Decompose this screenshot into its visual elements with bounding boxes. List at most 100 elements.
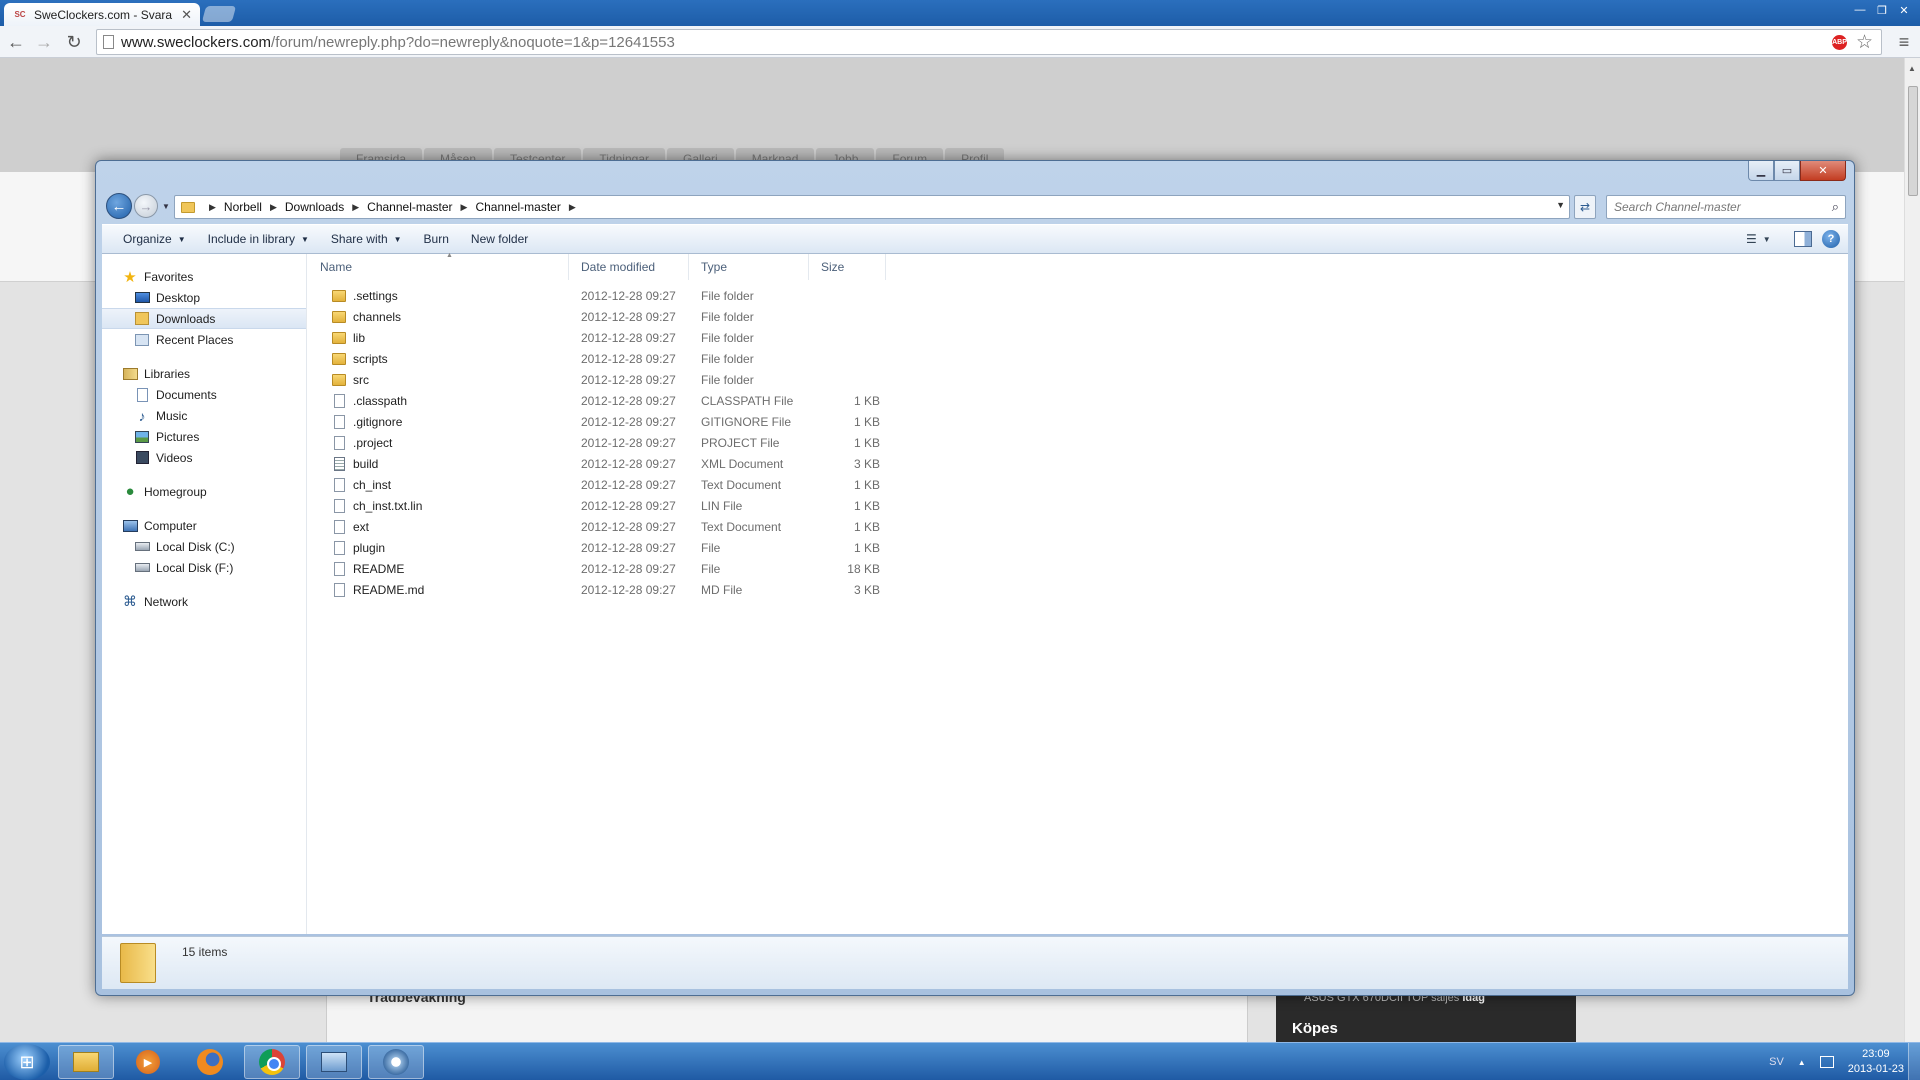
share-with-button[interactable]: Share with ▼ xyxy=(320,228,413,250)
url-domain: www.sweclockers.com xyxy=(121,33,272,51)
sidebar-item-local-disk-f[interactable]: Local Disk (F:) xyxy=(102,557,306,578)
breadcrumb-norbell[interactable]: Norbell xyxy=(224,200,262,214)
file-name-cell: build xyxy=(308,456,569,471)
breadcrumb-channel-master[interactable]: Channel-master xyxy=(367,200,452,214)
search-placeholder: Search Channel-master xyxy=(1614,200,1741,214)
chevron-right-icon[interactable]: ▶ xyxy=(561,202,584,213)
reload-icon[interactable]: ↻ xyxy=(62,30,86,54)
address-dropdown-icon[interactable]: ▼ xyxy=(1556,200,1565,210)
restore-icon[interactable]: ❐ xyxy=(1872,2,1892,18)
taskbar-media-player-button[interactable]: ▶ xyxy=(120,1045,176,1079)
start-button[interactable]: ⊞ xyxy=(4,1044,50,1080)
back-button[interactable]: ← xyxy=(106,193,132,219)
sidebar-item-favorites[interactable]: ★ Favorites xyxy=(102,266,306,287)
file-icon xyxy=(334,393,345,408)
sidebar-item-local-disk-c[interactable]: Local Disk (C:) xyxy=(102,536,306,557)
change-view-button[interactable]: ☰ ▼ xyxy=(1746,229,1784,249)
address-bar[interactable]: www.sweclockers.com/forum/newreply.php?d… xyxy=(96,29,1882,55)
explorer-address-bar[interactable]: ▶ Norbell ▶ Downloads ▶ Channel-master ▶… xyxy=(174,195,1570,219)
scroll-up-icon[interactable]: ▲ xyxy=(1908,64,1916,73)
bookmark-star-icon[interactable]: ☆ xyxy=(1856,31,1873,54)
sidebar-item-desktop[interactable]: Desktop xyxy=(102,287,306,308)
sidebar-item-network[interactable]: ⌘ Network xyxy=(102,591,306,612)
sidebar-item-pictures[interactable]: Pictures xyxy=(102,426,306,447)
file-row[interactable]: .settings 2012-12-28 09:27 File folder xyxy=(308,285,886,306)
new-tab-button[interactable] xyxy=(201,6,237,22)
breadcrumb-downloads[interactable]: Downloads xyxy=(285,200,344,214)
search-input[interactable]: Search Channel-master ⌕ xyxy=(1606,195,1846,219)
file-row[interactable]: .classpath 2012-12-28 09:27 CLASSPATH File… xyxy=(308,390,886,411)
preview-pane-icon[interactable] xyxy=(1794,231,1812,247)
clock-time: 23:09 xyxy=(1862,1048,1890,1060)
breadcrumb-channel-master-current[interactable]: Channel-master xyxy=(475,200,560,214)
refresh-icon[interactable]: ⇄ xyxy=(1574,195,1596,219)
organize-button[interactable]: Organize ▼ xyxy=(112,228,197,250)
page-scrollbar[interactable]: ▲ xyxy=(1904,58,1920,1042)
sidebar-item-libraries[interactable]: Libraries xyxy=(102,363,306,384)
show-hidden-icons-icon[interactable]: ▲ xyxy=(1798,1058,1806,1067)
taskbar-chrome-button[interactable] xyxy=(244,1045,300,1079)
sidebar-item-videos[interactable]: Videos xyxy=(102,447,306,468)
scrollbar-thumb[interactable] xyxy=(1908,86,1918,196)
url-path: /forum/newreply.php?do=newreply&noquote=… xyxy=(271,33,675,51)
file-row[interactable]: src 2012-12-28 09:27 File folder xyxy=(308,369,886,390)
maximize-button[interactable]: ▭ xyxy=(1774,161,1800,181)
help-icon[interactable]: ? xyxy=(1822,230,1840,248)
menu-icon[interactable]: ≡ xyxy=(1892,30,1916,54)
sidebar-item-documents[interactable]: Documents xyxy=(102,384,306,405)
column-header-size[interactable]: Size xyxy=(809,254,886,280)
taskbar-control-panel-button[interactable] xyxy=(306,1045,362,1079)
browser-window-controls: — ❐ ✕ xyxy=(1850,2,1914,18)
browser-tab[interactable]: SC SweClockers.com - Svara p ✕ xyxy=(4,3,200,26)
column-header-date-modified[interactable]: Date modified xyxy=(569,254,689,280)
file-row[interactable]: README 2012-12-28 09:27 File 18 KB xyxy=(308,558,886,579)
burn-button[interactable]: Burn xyxy=(413,228,460,250)
minimize-icon[interactable]: — xyxy=(1850,2,1870,18)
chevron-right-icon[interactable]: ▶ xyxy=(453,202,476,213)
chevron-right-icon[interactable]: ▶ xyxy=(344,202,367,213)
sidebar-item-homegroup[interactable]: ● Homegroup xyxy=(102,481,306,502)
chevron-right-icon[interactable]: ▶ xyxy=(262,202,285,213)
taskbar-settings-button[interactable] xyxy=(368,1045,424,1079)
clock[interactable]: 23:09 2013-01-23 xyxy=(1848,1047,1904,1077)
back-arrow-icon[interactable]: ← xyxy=(4,30,28,54)
file-row[interactable]: ch_inst 2012-12-28 09:27 Text Document 1 KB xyxy=(308,474,886,495)
close-button[interactable]: ✕ xyxy=(1800,161,1846,181)
sidebar-item-downloads[interactable]: Downloads xyxy=(102,308,306,329)
column-header-type[interactable]: Type xyxy=(689,254,809,280)
forward-button[interactable]: → xyxy=(134,194,158,218)
file-row[interactable]: scripts 2012-12-28 09:27 File folder xyxy=(308,348,886,369)
file-row[interactable]: channels 2012-12-28 09:27 File folder xyxy=(308,306,886,327)
network-status-icon[interactable] xyxy=(1819,1056,1834,1068)
desktop-icon xyxy=(134,290,150,306)
show-desktop-button[interactable] xyxy=(1908,1043,1920,1080)
file-row[interactable]: build 2012-12-28 09:27 XML Document 3 KB xyxy=(308,453,886,474)
close-tab-icon[interactable]: ✕ xyxy=(181,7,192,23)
taskbar-explorer-button[interactable] xyxy=(58,1045,114,1079)
file-date: 2012-12-28 09:27 xyxy=(581,582,676,597)
file-row[interactable]: .gitignore 2012-12-28 09:27 GITIGNORE File… xyxy=(308,411,886,432)
adblock-icon[interactable]: ABP xyxy=(1832,35,1847,50)
minimize-button[interactable]: ▁ xyxy=(1748,161,1774,181)
file-row[interactable]: ext 2012-12-28 09:27 Text Document 1 KB xyxy=(308,516,886,537)
file-row[interactable]: .project 2012-12-28 09:27 PROJECT File 1 KB xyxy=(308,432,886,453)
search-icon[interactable]: ⌕ xyxy=(1832,199,1839,215)
file-row[interactable]: lib 2012-12-28 09:27 File folder xyxy=(308,327,886,348)
language-indicator[interactable]: SV xyxy=(1769,1056,1784,1068)
file-name-cell: plugin xyxy=(308,540,569,555)
file-row[interactable]: ch_inst.txt.lin 2012-12-28 09:27 LIN File 1… xyxy=(308,495,886,516)
new-folder-button[interactable]: New folder xyxy=(460,228,539,250)
chevron-right-icon[interactable]: ▶ xyxy=(201,202,224,213)
page-icon xyxy=(103,35,114,49)
sidebar-item-recent-places[interactable]: Recent Places xyxy=(102,329,306,350)
file-row[interactable]: plugin 2012-12-28 09:27 File 1 KB xyxy=(308,537,886,558)
include-in-library-button[interactable]: Include in library ▼ xyxy=(197,228,320,250)
sidebar-item-music[interactable]: ♪ Music xyxy=(102,405,306,426)
recent-pages-dropdown-icon[interactable]: ▼ xyxy=(160,202,172,211)
file-row[interactable]: README.md 2012-12-28 09:27 MD File 3 KB xyxy=(308,579,886,600)
forward-arrow-icon[interactable]: → xyxy=(32,30,56,54)
column-header-name[interactable]: ▲ Name xyxy=(308,252,569,280)
sidebar-item-computer[interactable]: Computer xyxy=(102,515,306,536)
taskbar-firefox-button[interactable] xyxy=(182,1045,238,1079)
close-icon[interactable]: ✕ xyxy=(1894,2,1914,18)
